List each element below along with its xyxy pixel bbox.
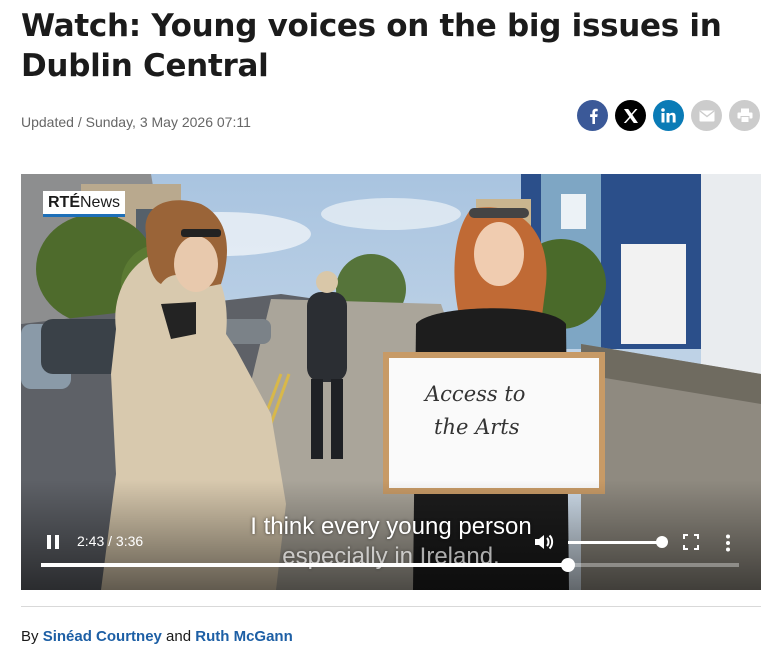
rte-news-logo: RTÉNews xyxy=(43,191,126,217)
x-icon xyxy=(623,108,638,123)
share-x-button[interactable] xyxy=(615,100,646,131)
video-player[interactable]: Access to the Arts RTÉNews I think every… xyxy=(21,174,761,590)
whiteboard-text: Access to the Arts xyxy=(410,378,600,444)
divider xyxy=(21,606,761,607)
article-title: Watch: Young voices on the big issues in… xyxy=(21,8,722,84)
author-link-1[interactable]: Sinéad Courtney xyxy=(43,628,162,645)
seek-bar[interactable] xyxy=(41,558,739,572)
updated-timestamp: Updated / Sunday, 3 May 2026 07:11 xyxy=(21,114,251,130)
facebook-icon xyxy=(589,108,598,124)
email-icon xyxy=(699,109,714,121)
time-display: 2:43 / 3:36 xyxy=(77,533,144,549)
pause-button[interactable] xyxy=(47,535,61,549)
whiteboard-line-2: the Arts xyxy=(434,415,520,439)
fullscreen-icon[interactable] xyxy=(683,534,699,550)
volume-handle[interactable] xyxy=(656,536,668,548)
more-options-icon[interactable] xyxy=(724,534,732,552)
share-linkedin-button[interactable] xyxy=(653,100,684,131)
volume-slider[interactable] xyxy=(568,541,662,544)
share-facebook-button[interactable] xyxy=(577,100,608,131)
print-button[interactable] xyxy=(729,100,760,131)
byline-joiner: and xyxy=(166,628,192,645)
seek-progress xyxy=(41,563,568,567)
byline-prefix: By xyxy=(21,628,39,645)
whiteboard-line-1: Access to xyxy=(425,382,526,406)
print-icon xyxy=(737,108,752,123)
volume-icon[interactable] xyxy=(533,531,555,553)
seek-handle[interactable] xyxy=(560,558,575,572)
share-email-button[interactable] xyxy=(691,100,722,131)
author-link-2[interactable]: Ruth McGann xyxy=(195,628,293,645)
byline: By Sinéad Courtney and Ruth McGann xyxy=(21,628,293,645)
pause-icon xyxy=(47,535,51,549)
linkedin-icon xyxy=(661,108,676,123)
